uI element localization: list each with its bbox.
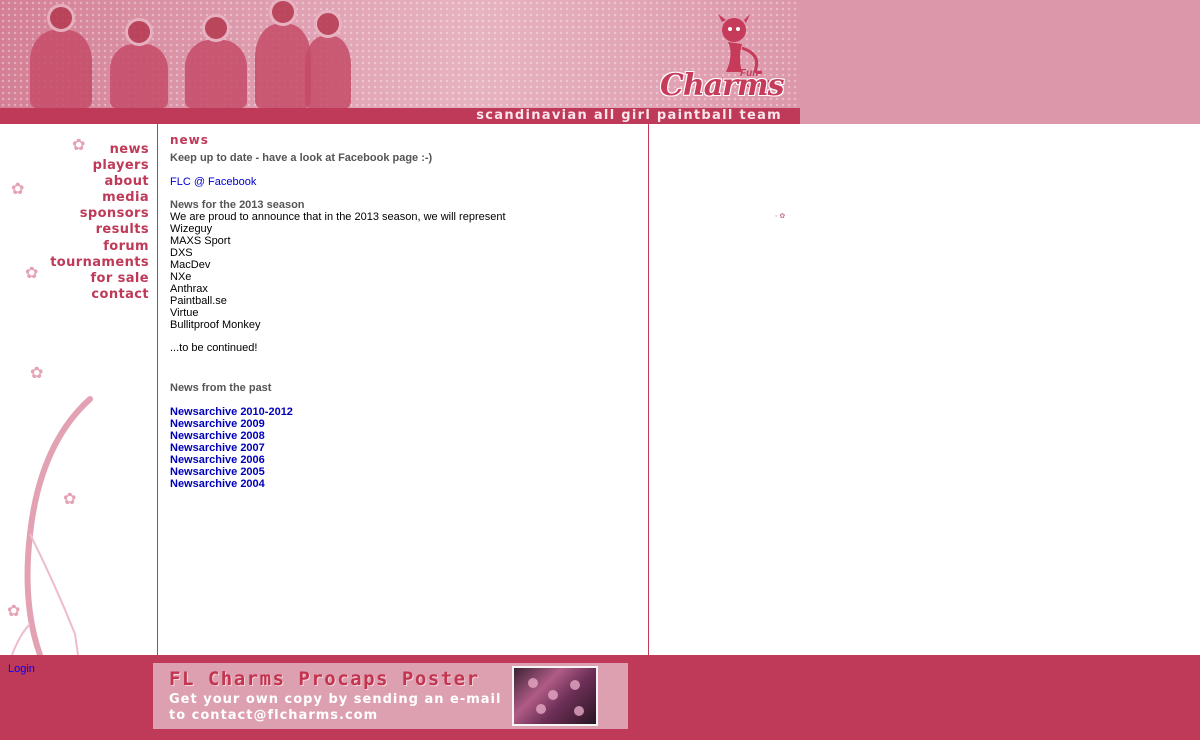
nav-item-media[interactable]: media [50, 190, 149, 206]
nav-item-players[interactable]: players [50, 158, 149, 174]
player-silhouette [305, 10, 351, 108]
archive-link-2010-2012[interactable]: Newsarchive 2010-2012 [170, 406, 640, 418]
header-band: scandinavian all girl paintball team [0, 108, 800, 124]
devil-girl-logo-icon [718, 14, 763, 74]
intro-text: Keep up to date - have a look at Faceboo… [170, 152, 433, 164]
archive-link-2004[interactable]: Newsarchive 2004 [170, 478, 640, 490]
list-item: Virtue [170, 307, 199, 319]
site-header: Fun Lovin' Charms scandinavian all girl … [0, 0, 1200, 124]
list-item: DXS [170, 247, 193, 259]
flower-icon: ✿ [30, 365, 44, 382]
sidebar-divider [157, 124, 158, 655]
player-silhouette [30, 4, 92, 108]
nav-item-sponsors[interactable]: sponsors [50, 206, 149, 222]
nav-item-for-sale[interactable]: for sale [50, 271, 149, 287]
flower-icon: ✿ [25, 265, 39, 282]
charms-logo[interactable]: Fun Lovin' Charms [660, 8, 785, 103]
archive-link-2007[interactable]: Newsarchive 2007 [170, 442, 640, 454]
nav-item-contact[interactable]: contact [50, 287, 149, 303]
nav-item-results[interactable]: results [50, 222, 149, 238]
nav-item-about[interactable]: about [50, 174, 149, 190]
list-item: Anthrax [170, 283, 208, 295]
archive-link-2006[interactable]: Newsarchive 2006 [170, 454, 640, 466]
decorative-swirl-icon [11, 396, 93, 655]
list-item: Paintball.se [170, 295, 227, 307]
banner-text-line: Get your own copy by sending an e-mail [169, 692, 502, 707]
decorative-mark-icon: ◦ ✿ [775, 213, 786, 220]
site-footer: Login FL Charms Procaps Poster Get your … [0, 655, 1200, 740]
past-news-heading: News from the past [170, 382, 272, 394]
sponsor-list: Wizeguy MAXS Sport DXS MacDev NXe Anthra… [170, 223, 640, 331]
season-heading: News for the 2013 season [170, 199, 305, 211]
header-band-right [800, 108, 1200, 124]
nav-item-tournaments[interactable]: tournaments [50, 255, 149, 271]
flower-icon: ✿ [11, 181, 25, 198]
login-link[interactable]: Login [8, 663, 35, 675]
poster-thumbnail [512, 666, 598, 726]
player-silhouette [185, 14, 247, 108]
logo-wordmark: Charms [660, 68, 785, 103]
list-item: Bullitproof Monkey [170, 319, 261, 331]
site-tagline: scandinavian all girl paintball team [476, 108, 782, 123]
list-item: NXe [170, 271, 192, 283]
content-divider [648, 124, 649, 655]
banner-title: FL Charms Procaps Poster [169, 668, 480, 690]
continued-text: ...to be continued! [170, 342, 258, 354]
list-item: MAXS Sport [170, 235, 231, 247]
player-silhouette [110, 18, 168, 108]
archive-link-2005[interactable]: Newsarchive 2005 [170, 466, 640, 478]
nav-item-forum[interactable]: forum [50, 239, 149, 255]
facebook-link[interactable]: FLC @ Facebook [170, 176, 256, 188]
list-item: MacDev [170, 259, 211, 271]
season-announcement: We are proud to announce that in the 201… [170, 211, 506, 223]
archive-link-2009[interactable]: Newsarchive 2009 [170, 418, 640, 430]
poster-banner[interactable]: FL Charms Procaps Poster Get your own co… [153, 663, 628, 729]
sidebar: ✿ ✿ ✿ ✿ ✿ ✿ news players about media spo… [0, 124, 158, 655]
archive-link-2008[interactable]: Newsarchive 2008 [170, 430, 640, 442]
list-item: Wizeguy [170, 223, 213, 235]
archive-links: Newsarchive 2010-2012 Newsarchive 2009 N… [170, 406, 640, 490]
main-nav: news players about media sponsors result… [50, 142, 149, 303]
nav-item-news[interactable]: news [50, 142, 149, 158]
page-title: news [170, 133, 209, 147]
main-content: news Keep up to date - have a look at Fa… [170, 124, 640, 490]
player-silhouette [255, 0, 311, 108]
banner-text-line: to contact@flcharms.com [169, 708, 379, 723]
